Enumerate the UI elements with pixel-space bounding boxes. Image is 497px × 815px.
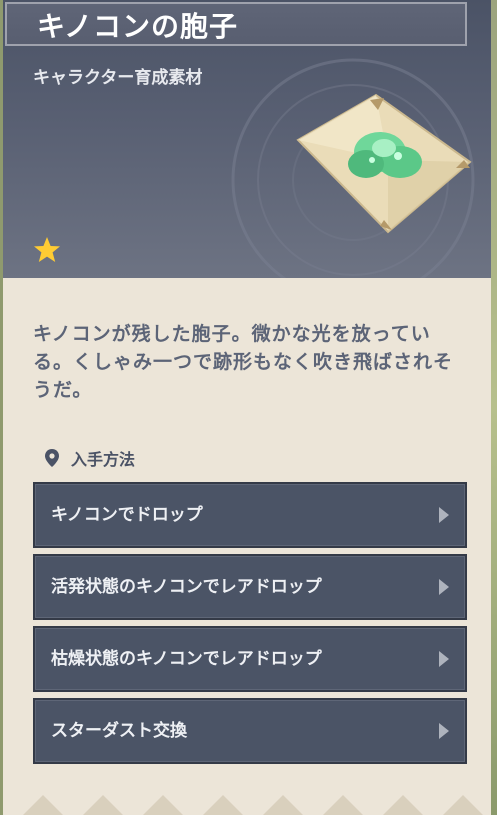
- source-item-label: 活発状態のキノコンでレアドロップ: [51, 577, 322, 597]
- source-item-kinokon-drop[interactable]: キノコンでドロップ: [33, 482, 467, 548]
- source-item-dry-kinokon-rare-drop[interactable]: 枯燥状態のキノコンでレアドロップ: [33, 626, 467, 692]
- source-item-label: キノコンでドロップ: [51, 505, 203, 525]
- item-name: キノコンの胞子: [37, 10, 239, 43]
- source-list: キノコンでドロップ 活発状態のキノコンでレアドロップ 枯燥状態のキノコンでレアド…: [33, 482, 467, 770]
- background-edge: [491, 0, 497, 815]
- star-icon: [34, 237, 60, 262]
- item-category: キャラクター育成素材: [33, 68, 203, 88]
- title-bar: キノコンの胞子: [5, 2, 467, 46]
- source-item-label: スターダスト交換: [51, 721, 187, 741]
- chevron-right-icon: [439, 723, 449, 739]
- item-description: キノコンが残した胞子。微かな光を放っている。くしゃみ一つで跡形もなく吹き飛ばされ…: [33, 323, 454, 401]
- footer-pattern-decoration: [23, 795, 483, 815]
- source-item-label: 枯燥状態のキノコンでレアドロップ: [51, 649, 322, 669]
- item-header: キノコンの胞子 キャラクター育成素材: [3, 0, 491, 278]
- chevron-right-icon: [439, 507, 449, 523]
- source-section-label: 入手方法: [71, 450, 136, 469]
- chevron-right-icon: [439, 579, 449, 595]
- source-item-stardust-exchange[interactable]: スターダスト交換: [33, 698, 467, 764]
- source-item-active-kinokon-rare-drop[interactable]: 活発状態のキノコンでレアドロップ: [33, 554, 467, 620]
- spore-item-image: [296, 93, 472, 234]
- map-pin-icon: [45, 449, 59, 467]
- source-section-header: 入手方法: [45, 446, 135, 470]
- item-detail-card: キノコンの胞子 キャラクター育成素材 キノコンが残した胞子。微かな光を放っている…: [3, 0, 491, 815]
- chevron-right-icon: [439, 651, 449, 667]
